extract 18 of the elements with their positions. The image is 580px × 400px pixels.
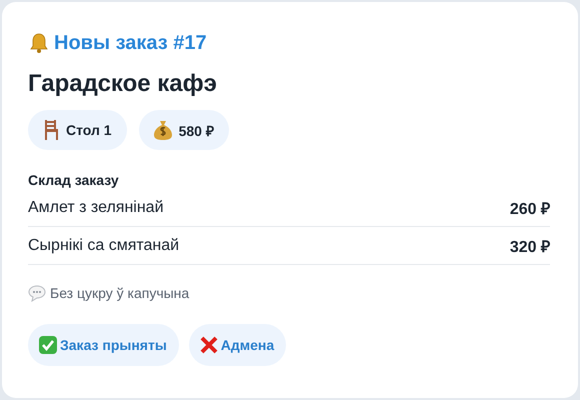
- speech-bubble-icon: [28, 284, 46, 302]
- cancel-button[interactable]: Адмена: [188, 324, 286, 366]
- cross-icon: [198, 335, 219, 355]
- item-name: Сырнікі са смятанай: [28, 236, 180, 254]
- chair-icon: [42, 119, 60, 141]
- section-heading: Склад заказу: [28, 171, 120, 189]
- accept-button[interactable]: Заказ прыняты: [28, 324, 179, 366]
- checkmark-icon: [38, 335, 58, 355]
- order-title: Новы заказ #17: [54, 32, 207, 54]
- item-price: 260 ₽: [510, 200, 550, 218]
- item-name: Амлет з зелянінай: [28, 198, 164, 216]
- info-chip: 580 ₽: [138, 110, 229, 150]
- bell-icon: [28, 32, 50, 54]
- item-price: 320 ₽: [510, 238, 550, 256]
- money-bag-icon: [152, 119, 173, 141]
- order-note: Без цукру ў капучына: [50, 285, 190, 301]
- venue-name: Гарадское кафэ: [28, 69, 218, 99]
- info-chip: Стол 1: [28, 110, 127, 150]
